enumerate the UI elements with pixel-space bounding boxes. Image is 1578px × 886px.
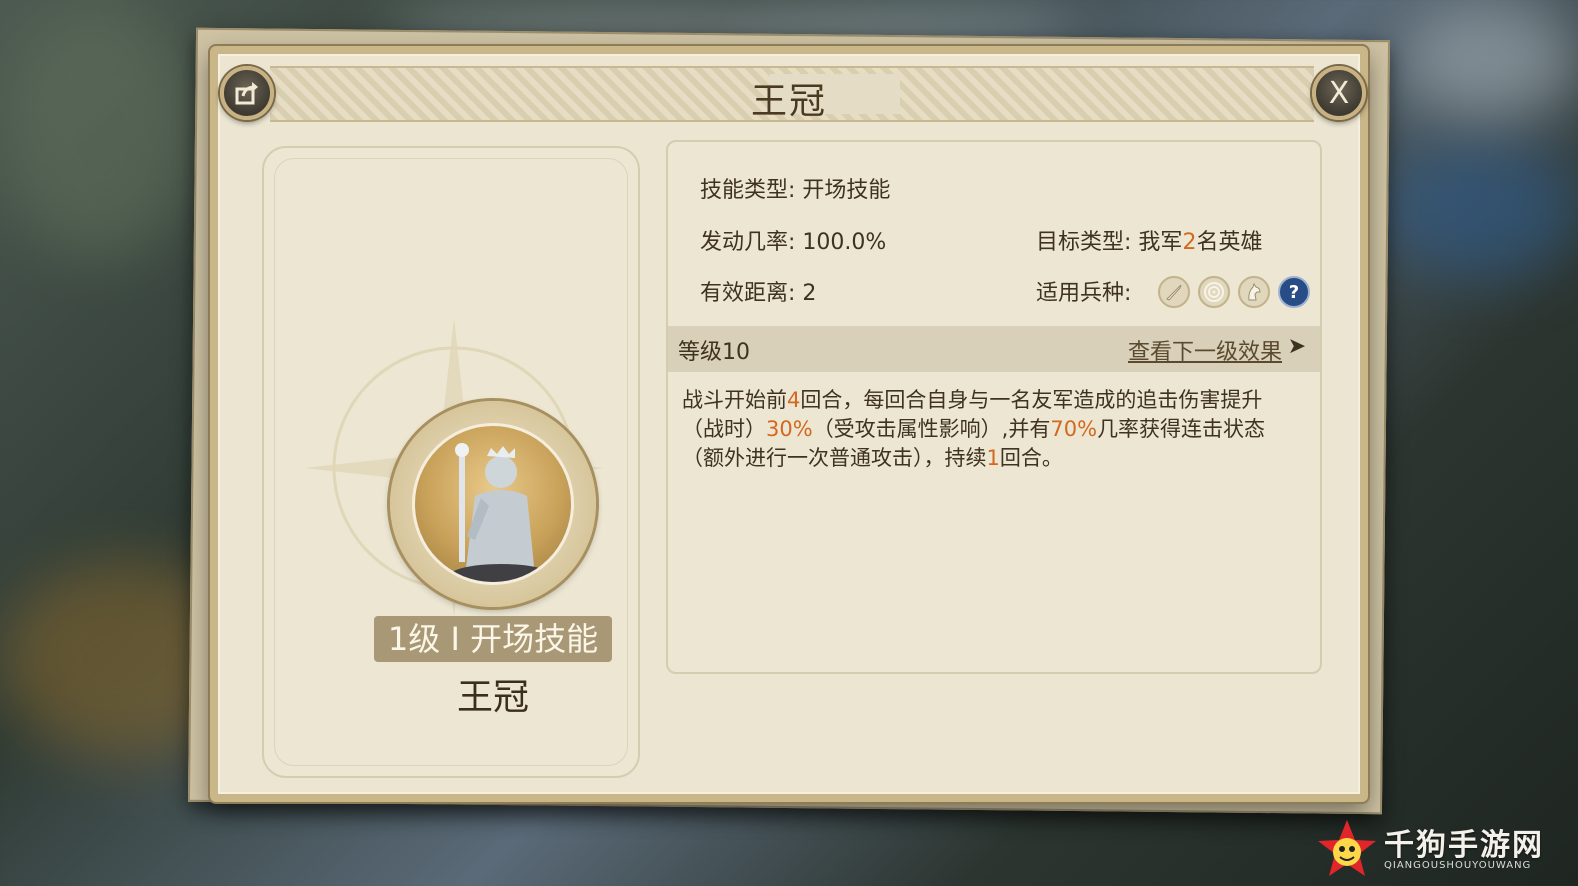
level-badge: 1级 I 开场技能 [374, 616, 612, 662]
trigger-rate-label: 发动几率: [700, 230, 796, 255]
desc-highlight: 4 [787, 388, 801, 412]
share-button[interactable] [220, 66, 274, 120]
skill-level: 等级10 [678, 340, 750, 365]
trigger-rate-row: 发动几率: 100.0% [700, 224, 886, 256]
sword-icon[interactable] [1158, 276, 1190, 308]
range-value: 2 [802, 281, 817, 306]
trigger-rate-value: 100.0% [802, 230, 887, 255]
skill-name: 王冠 [456, 677, 529, 718]
target-type-suffix: 名英雄 [1196, 230, 1263, 255]
desc-text: 回合。 [999, 446, 1063, 470]
target-type-number: 2 [1182, 230, 1197, 255]
background-blur [1400, 0, 1578, 120]
level-bar: 等级10 查看下一级效果 ➤ [668, 326, 1320, 372]
skill-detail-dialog: 王冠 X 1级 I 开场技能 王冠 技能类型: 开场技能 发动几率: 100.0… [210, 46, 1368, 802]
watermark-subtext: QIANGOUSHOUYOUWANG [1384, 860, 1532, 871]
target-type-row: 目标类型: 我军2名英雄 [1036, 224, 1262, 256]
skill-type-label: 技能类型: [700, 178, 796, 203]
view-next-level-link[interactable]: 查看下一级效果 [1128, 334, 1282, 366]
star-mascot-icon [1318, 820, 1376, 876]
watermark-text: 千狗手游网 [1384, 828, 1544, 863]
range-label: 有效距离: [700, 281, 796, 306]
target-type-label: 目标类型: [1036, 230, 1132, 255]
skill-description: 战斗开始前4回合，每回合自身与一名友军造成的追击伤害提升（战时）30%（受攻击属… [682, 386, 1302, 473]
share-icon [235, 82, 258, 105]
skill-type-row: 技能类型: 开场技能 [700, 172, 890, 204]
skill-info-card: 技能类型: 开场技能 发动几率: 100.0% 目标类型: 我军2名英雄 有效距… [666, 140, 1322, 674]
troop-type-icons: ? [1158, 276, 1310, 308]
background-blur [0, 0, 200, 260]
skill-medallion [390, 401, 596, 607]
target-icon[interactable] [1198, 276, 1230, 308]
range-row: 有效距离: 2 [700, 275, 816, 307]
skill-type-value: 开场技能 [802, 178, 891, 203]
desc-highlight: 1 [986, 446, 1000, 470]
desc-highlight: 30% [766, 417, 813, 441]
close-icon: X [1328, 75, 1350, 111]
target-type-prefix: 我军 [1138, 230, 1183, 255]
horse-icon[interactable] [1238, 276, 1270, 308]
skill-portrait-card: 1级 I 开场技能 王冠 [262, 146, 640, 778]
crowned-queen-statue-icon [412, 423, 574, 585]
desc-highlight: 70% [1050, 417, 1098, 441]
dialog-title: 王冠 [750, 81, 827, 122]
arrow-right-icon[interactable]: ➤ [1288, 334, 1306, 359]
troop-types-label: 适用兵种: [1036, 281, 1132, 306]
desc-text: （受攻击属性影响）,并有 [812, 417, 1051, 441]
close-button[interactable]: X [1312, 66, 1366, 120]
background-blur [1380, 140, 1578, 280]
question-icon[interactable]: ? [1278, 276, 1310, 308]
desc-text: 战斗开始前 [682, 388, 787, 412]
watermark: 千狗手游网 QIANGOUSHOUYOUWANG [1316, 818, 1566, 880]
